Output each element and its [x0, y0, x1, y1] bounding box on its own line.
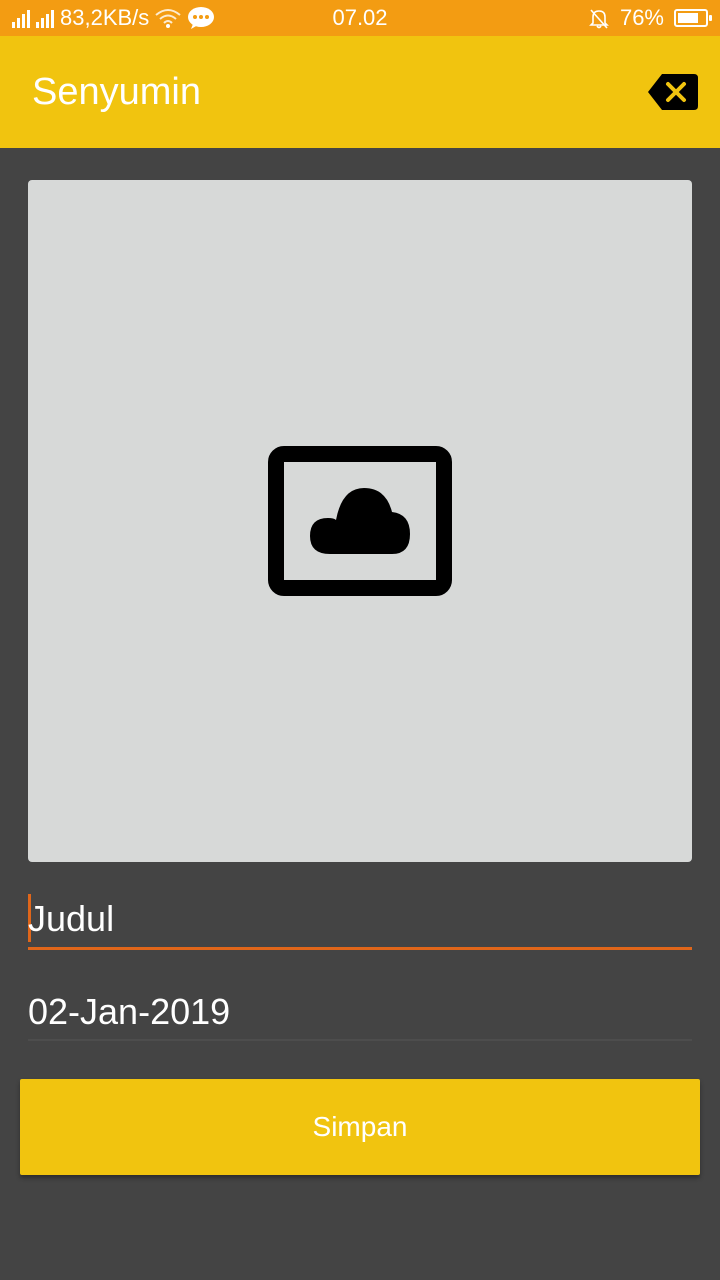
app-title: Senyumin: [32, 70, 201, 113]
battery-icon: [674, 9, 712, 27]
backspace-icon: [648, 74, 698, 110]
date-field-underline: [28, 1039, 692, 1041]
save-button[interactable]: Simpan: [20, 1079, 700, 1175]
battery-percent: 76%: [619, 5, 664, 30]
battery-fill: [678, 13, 698, 23]
image-cloud-icon: [268, 446, 452, 596]
title-input[interactable]: Judul: [28, 898, 114, 940]
status-bar: 83,2KB/s 07.02 76%: [0, 0, 720, 36]
title-field[interactable]: Judul: [28, 890, 692, 950]
status-right: 76%: [588, 0, 712, 36]
title-field-underline: [28, 947, 692, 950]
clock: 07.02: [332, 5, 388, 30]
clear-button[interactable]: [648, 74, 698, 110]
app-bar: Senyumin: [0, 36, 720, 148]
date-field[interactable]: 02-Jan-2019: [28, 985, 692, 1041]
date-input[interactable]: 02-Jan-2019: [28, 991, 230, 1033]
bell-muted-icon: [589, 9, 609, 29]
